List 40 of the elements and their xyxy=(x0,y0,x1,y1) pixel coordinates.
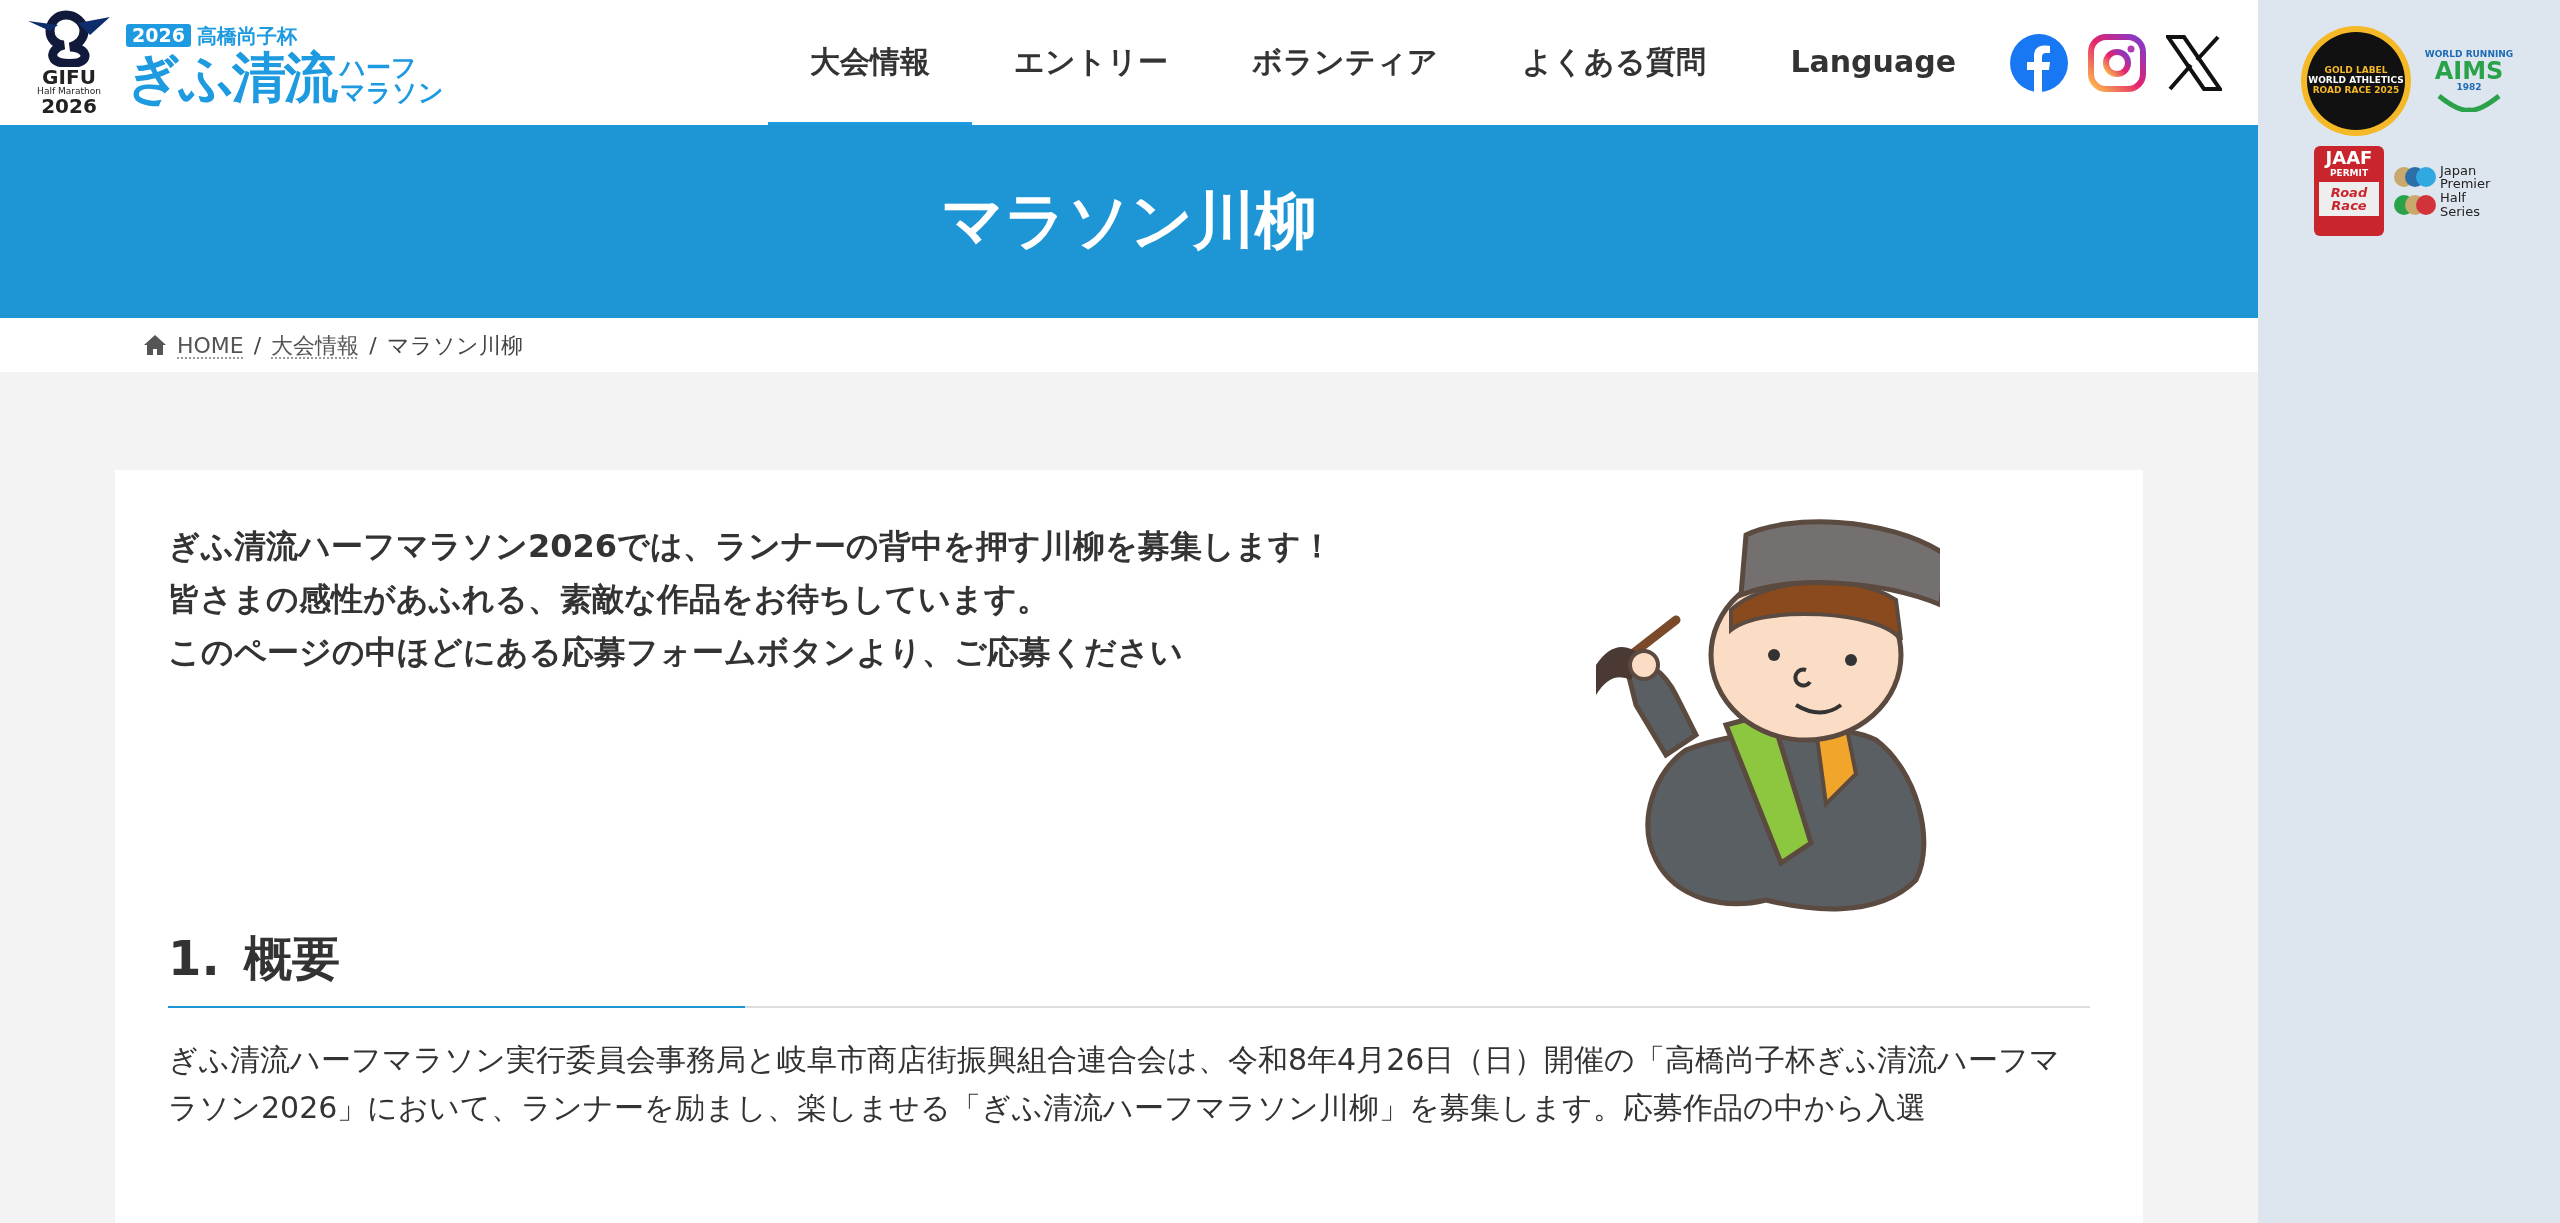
badge-text: Series xyxy=(2440,204,2481,219)
badge-text: AIMS xyxy=(2434,59,2504,83)
home-icon xyxy=(143,334,167,356)
x-icon[interactable] xyxy=(2166,34,2222,91)
badge-text: 1982 xyxy=(2456,83,2482,92)
badge-text: Japan xyxy=(2440,163,2477,178)
badge-text: Road Race xyxy=(2319,182,2379,216)
nav-link[interactable]: よくある質問 xyxy=(1480,0,1749,125)
breadcrumb-current: マラソン川柳 xyxy=(386,331,523,360)
logo-title: ぎふ清流 xyxy=(126,50,336,105)
intro-text: このページの中ほどにある応募フォームボタンより、ご応募ください xyxy=(168,631,1184,673)
facebook-icon[interactable] xyxy=(2010,33,2068,92)
badge-text: JAAF xyxy=(2325,149,2373,167)
breadcrumb-link[interactable]: HOME xyxy=(177,328,244,362)
badge-text: Premier xyxy=(2440,177,2491,191)
breadcrumb-separator: / xyxy=(369,331,377,360)
logo-suffix: マラソン xyxy=(340,79,444,105)
breadcrumb-separator: / xyxy=(253,331,262,360)
badge-text: Half xyxy=(2440,191,2467,205)
emblem-subtext: Half Marathon xyxy=(37,87,101,96)
intro-text: 皆さまの感性があふれる、素敵な作品をお待ちしています。 xyxy=(168,578,1050,620)
nav-link[interactable]: エントリー xyxy=(972,0,1211,125)
badge-text: WORLD RUNNING xyxy=(2424,50,2514,59)
page-title: マラソン川柳 xyxy=(941,184,1317,259)
badge-text: ROAD RACE 2025 xyxy=(2312,85,2400,96)
logo-cup-name: 高橋尚子杯 xyxy=(196,22,297,49)
emblem-year: 2026 xyxy=(41,96,97,116)
intro-text: ぎふ清流ハーフマラソン2026では、ランナーの背中を押す川柳を募集します！ xyxy=(168,526,1334,567)
section-paragraph: ぎふ清流ハーフマラソン実行委員会事務局と岐阜市商店街振興組合連合会は、令和8年4月26日（日）開催の「高橋尚子杯ぎふ清流ハーフマラソン2026」において、ランナーを励まし、楽しませる「ぎふ清流ハーフマラソン川柳」を募集します。応募作品の中から入選 xyxy=(168,1040,2062,1127)
badge-text: WORLD ATHLETICS xyxy=(2308,76,2404,86)
badge-text: GOLD LABEL xyxy=(2324,66,2388,76)
nav-link[interactable]: ボランティア xyxy=(1210,0,1481,125)
section-heading: 1. 概要 xyxy=(168,930,2090,1008)
logo-suffix: ハーフ xyxy=(340,54,418,80)
logo-year-badge: 2026 xyxy=(126,24,191,47)
nav-link[interactable]: Language xyxy=(1748,0,1998,125)
breadcrumb-link[interactable]: 大会情報 xyxy=(271,328,360,362)
badge-text: PERMIT xyxy=(2329,169,2369,178)
instagram-icon[interactable] xyxy=(2088,33,2146,92)
emblem-text: GIFU xyxy=(42,67,96,87)
